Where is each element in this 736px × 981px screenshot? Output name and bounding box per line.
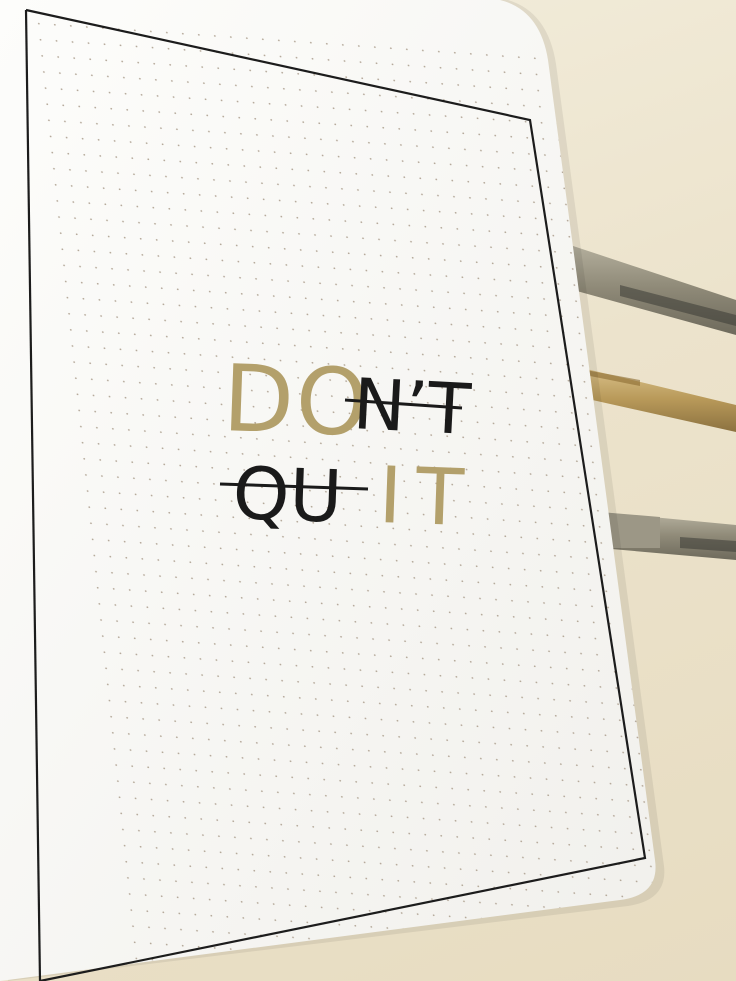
- word-qu-struck: QU: [231, 451, 343, 539]
- word-it: IT: [377, 451, 479, 544]
- handlettering: DO N’T QU IT: [219, 345, 479, 544]
